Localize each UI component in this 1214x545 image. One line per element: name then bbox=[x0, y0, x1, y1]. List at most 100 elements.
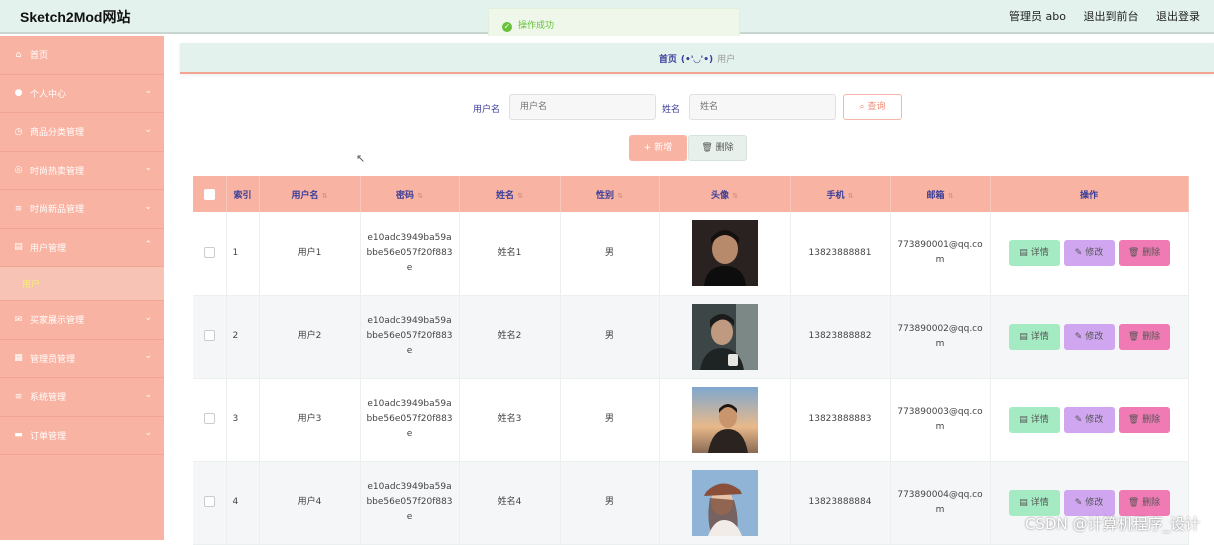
pencil-icon: ✎ bbox=[1075, 332, 1083, 342]
sidebar-item-new-products[interactable]: ≡时尚新品管理⌄ bbox=[0, 190, 164, 229]
breadcrumb: 首页(•'◡'•)用户 bbox=[180, 43, 1214, 74]
sort-icon[interactable]: ⇅ bbox=[517, 192, 523, 200]
col-username[interactable]: 用户名⇅ bbox=[259, 176, 360, 212]
email-line: 773890004@qq.co bbox=[891, 488, 990, 503]
col-phone[interactable]: 手机⇅ bbox=[790, 176, 890, 212]
detail-button[interactable]: ▤ 详情 bbox=[1009, 490, 1060, 516]
sidebar-item-orders[interactable]: ▬订单管理⌄ bbox=[0, 417, 164, 456]
sidebar-subitem-user[interactable]: 用户 bbox=[0, 267, 164, 301]
name-search-input[interactable] bbox=[689, 94, 836, 120]
row-select-cell bbox=[193, 378, 226, 461]
row-gender: 男 bbox=[560, 295, 659, 378]
logout-link[interactable]: 退出登录 bbox=[1156, 10, 1200, 23]
breadcrumb-home[interactable]: 首页 bbox=[659, 55, 677, 65]
user-table: 索引 用户名⇅ 密码⇅ 姓名⇅ 性别⇅ 头像⇅ 手机⇅ 邮箱⇅ 操作 1 用户1… bbox=[193, 176, 1189, 545]
watermark: CSDN @计算机程序_设计 bbox=[1025, 513, 1200, 534]
row-gender: 男 bbox=[560, 212, 659, 295]
row-phone: 13823888881 bbox=[790, 212, 890, 295]
col-email[interactable]: 邮箱⇅ bbox=[890, 176, 990, 212]
pencil-icon: ✎ bbox=[1075, 498, 1083, 508]
row-avatar-cell bbox=[659, 212, 790, 295]
avatar-image[interactable] bbox=[692, 220, 758, 286]
top-right-links: 管理员 abo 退出到前台 退出登录 bbox=[995, 8, 1200, 24]
sidebar-item-home[interactable]: ⌂首页 bbox=[0, 36, 164, 75]
sort-icon[interactable]: ⇅ bbox=[948, 192, 954, 200]
home-icon: ⌂ bbox=[13, 50, 24, 60]
col-email-label: 邮箱 bbox=[927, 191, 945, 201]
sidebar-item-label: 订单管理 bbox=[30, 429, 66, 442]
delete-button[interactable]: 🗑 删除 bbox=[1119, 407, 1170, 433]
doc-icon: ▤ bbox=[1019, 332, 1028, 342]
toast-text: 操作成功 bbox=[518, 21, 554, 31]
table-header-row: 索引 用户名⇅ 密码⇅ 姓名⇅ 性别⇅ 头像⇅ 手机⇅ 邮箱⇅ 操作 bbox=[193, 176, 1188, 212]
detail-button[interactable]: ▤ 详情 bbox=[1009, 240, 1060, 266]
row-actions: ▤ 详情✎ 修改🗑 删除 bbox=[990, 378, 1188, 461]
sidebar-item-label: 时尚热卖管理 bbox=[30, 164, 84, 177]
delete-button[interactable]: 🗑 删除 bbox=[1119, 240, 1170, 266]
sort-icon[interactable]: ⇅ bbox=[848, 192, 854, 200]
col-gender[interactable]: 性别⇅ bbox=[560, 176, 659, 212]
site-logo[interactable]: Sketch2Mod网站 bbox=[20, 7, 130, 27]
main-content: 首页(•'◡'•)用户 用户名 姓名 ⌕ 查询 + 新增 🗑 删除 ↖ 索引 用… bbox=[164, 36, 1214, 540]
detail-button[interactable]: ▤ 详情 bbox=[1009, 407, 1060, 433]
avatar-image[interactable] bbox=[692, 387, 758, 453]
batch-delete-button[interactable]: 🗑 删除 bbox=[688, 135, 747, 161]
sidebar-item-label: 用户管理 bbox=[30, 241, 66, 254]
query-button[interactable]: ⌕ 查询 bbox=[843, 94, 902, 120]
row-checkbox[interactable] bbox=[204, 413, 215, 424]
row-password: e10adc3949ba59abbe56e057f20f883e bbox=[360, 295, 459, 378]
sidebar-item-hot-sale[interactable]: ◎时尚热卖管理⌄ bbox=[0, 152, 164, 191]
row-checkbox[interactable] bbox=[204, 247, 215, 258]
sidebar-item-category[interactable]: ◷商品分类管理⌄ bbox=[0, 113, 164, 152]
avatar-image[interactable] bbox=[692, 470, 758, 536]
exit-to-front-link[interactable]: 退出到前台 bbox=[1084, 10, 1139, 23]
sidebar-item-buyer-show[interactable]: ✉买家展示管理⌄ bbox=[0, 301, 164, 340]
row-select-cell bbox=[193, 212, 226, 295]
edit-button[interactable]: ✎ 修改 bbox=[1064, 407, 1115, 433]
col-avatar[interactable]: 头像⇅ bbox=[659, 176, 790, 212]
sort-icon[interactable]: ⇅ bbox=[732, 192, 738, 200]
sidebar-item-system[interactable]: ≡系统管理⌄ bbox=[0, 378, 164, 417]
email-line: 773890002@qq.co bbox=[891, 322, 990, 337]
breadcrumb-current: 用户 bbox=[717, 55, 735, 65]
col-password[interactable]: 密码⇅ bbox=[360, 176, 459, 212]
chevron-down-icon: ⌄ bbox=[144, 351, 152, 361]
edit-label: 修改 bbox=[1085, 498, 1103, 508]
edit-button[interactable]: ✎ 修改 bbox=[1064, 490, 1115, 516]
trash-icon: 🗑 bbox=[701, 143, 712, 153]
avatar-image[interactable] bbox=[692, 304, 758, 370]
row-checkbox[interactable] bbox=[204, 496, 215, 507]
password-line: e10adc3949ba59a bbox=[361, 231, 459, 246]
col-name-label: 姓名 bbox=[496, 191, 514, 201]
add-button[interactable]: + 新增 bbox=[629, 135, 687, 161]
password-line: bbe56e057f20f883 bbox=[361, 246, 459, 261]
sort-icon[interactable]: ⇅ bbox=[322, 192, 328, 200]
edit-button[interactable]: ✎ 修改 bbox=[1064, 240, 1115, 266]
mouse-cursor-icon: ↖ bbox=[356, 152, 365, 165]
password-line: bbe56e057f20f883 bbox=[361, 329, 459, 344]
password-line: e bbox=[361, 427, 459, 442]
trash-icon: 🗑 bbox=[1128, 332, 1139, 342]
select-all-checkbox[interactable] bbox=[204, 189, 215, 200]
edit-button[interactable]: ✎ 修改 bbox=[1064, 324, 1115, 350]
delete-button[interactable]: 🗑 删除 bbox=[1119, 490, 1170, 516]
username-label: 用户名 bbox=[473, 102, 500, 115]
row-checkbox[interactable] bbox=[204, 330, 215, 341]
sidebar-item-admins[interactable]: ▦管理员管理⌄ bbox=[0, 340, 164, 379]
row-name: 姓名2 bbox=[459, 295, 560, 378]
sort-icon[interactable]: ⇅ bbox=[617, 192, 623, 200]
chevron-down-icon: ⌄ bbox=[144, 125, 152, 135]
sort-icon[interactable]: ⇅ bbox=[417, 192, 423, 200]
sidebar-item-users[interactable]: ▤用户管理⌃ bbox=[0, 229, 164, 268]
username-search-input[interactable] bbox=[509, 94, 656, 120]
delete-button[interactable]: 🗑 删除 bbox=[1119, 324, 1170, 350]
delete-label: 删除 bbox=[1142, 248, 1160, 258]
sidebar-item-profile[interactable]: ●个人中心⌄ bbox=[0, 75, 164, 114]
detail-button[interactable]: ▤ 详情 bbox=[1009, 324, 1060, 350]
email-line: m bbox=[891, 420, 990, 435]
col-name[interactable]: 姓名⇅ bbox=[459, 176, 560, 212]
col-username-label: 用户名 bbox=[292, 191, 319, 201]
doc-icon: ▤ bbox=[1019, 498, 1028, 508]
doc-icon: ▤ bbox=[1019, 248, 1028, 258]
batch-delete-label: 删除 bbox=[716, 143, 734, 153]
